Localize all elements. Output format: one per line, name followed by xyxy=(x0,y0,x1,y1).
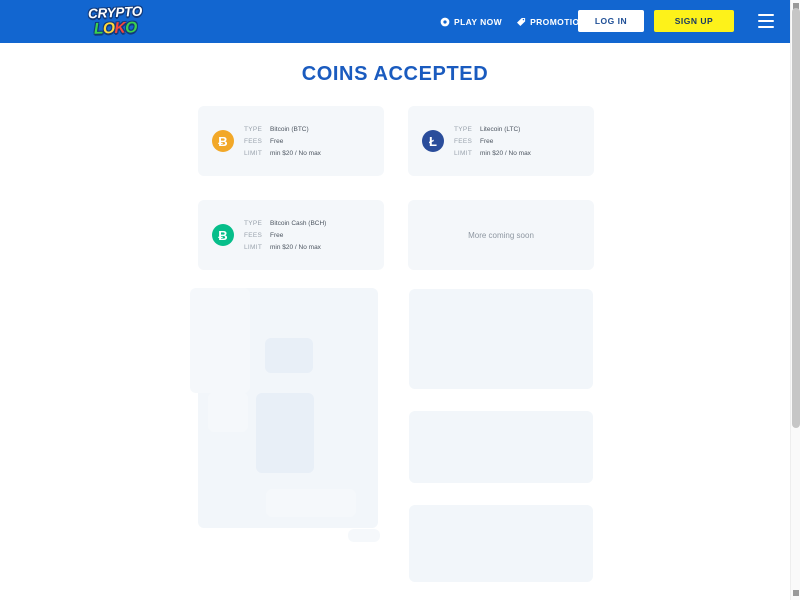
coin-value-limit: min $20 / No max xyxy=(270,243,321,251)
nav-item-play-now[interactable]: PLAY NOW xyxy=(440,17,502,27)
signup-button[interactable]: SIGN UP xyxy=(654,10,734,32)
coin-value-fees: Free xyxy=(480,137,494,145)
coin-value-limit: min $20 / No max xyxy=(270,149,321,157)
skeleton-block xyxy=(409,289,593,389)
nav-label-play-now: PLAY NOW xyxy=(454,16,503,27)
coin-details: TYPE Litecoin (LTC) FEES Free LIMIT min … xyxy=(454,126,531,157)
hamburger-icon[interactable] xyxy=(758,14,774,28)
coin-label-limit: LIMIT xyxy=(244,243,263,251)
header-nav: PLAY NOW PROMOTIONS xyxy=(440,0,592,43)
logo-text-loko: LOKO xyxy=(93,18,137,38)
site-logo[interactable]: CRYPTO LOKO xyxy=(86,2,144,40)
coin-value-type: Bitcoin Cash (BCH) xyxy=(270,219,327,227)
play-circle-icon xyxy=(440,17,450,26)
skeleton-block xyxy=(409,505,593,582)
coin-label-fees: FEES xyxy=(244,231,263,239)
skeleton-block xyxy=(409,411,593,483)
coin-card-bitcoin-cash: Ƀ TYPE Bitcoin Cash (BCH) FEES Free LIMI… xyxy=(198,200,384,270)
scroll-down-arrow-icon[interactable] xyxy=(793,590,799,596)
skeleton-block xyxy=(198,288,378,528)
loading-skeleton xyxy=(0,0,790,600)
page-title: COINS ACCEPTED xyxy=(301,63,489,85)
coin-card-bitcoin: Ƀ TYPE Bitcoin (BTC) FEES Free LIMIT min… xyxy=(198,106,384,176)
logo-letter-l: L xyxy=(93,19,103,38)
coin-label-fees: FEES xyxy=(454,137,473,145)
litecoin-icon: Ł xyxy=(422,130,444,152)
logo-letter-k: K xyxy=(113,19,126,37)
coin-value-fees: Free xyxy=(270,137,284,145)
browser-viewport: CRYPTO LOKO PLAY NOW PROMOTIONS LOG IN S… xyxy=(0,0,800,600)
hamburger-bar xyxy=(758,20,774,22)
coin-label-type: TYPE xyxy=(244,219,263,227)
hamburger-bar xyxy=(758,14,774,16)
coin-label-type: TYPE xyxy=(244,125,263,133)
skeleton-block xyxy=(348,529,380,542)
tag-icon xyxy=(517,17,526,26)
site-header: CRYPTO LOKO PLAY NOW PROMOTIONS LOG IN S… xyxy=(0,0,790,43)
scrollbar-thumb[interactable] xyxy=(792,8,800,428)
coin-label-limit: LIMIT xyxy=(244,149,263,157)
skeleton-block xyxy=(265,338,313,373)
coin-value-type: Litecoin (LTC) xyxy=(480,125,521,133)
coin-card-litecoin: Ł TYPE Litecoin (LTC) FEES Free LIMIT mi… xyxy=(408,106,594,176)
coin-row-type: TYPE Litecoin (LTC) xyxy=(454,126,531,133)
hamburger-bar xyxy=(758,26,774,28)
coin-label-limit: LIMIT xyxy=(454,149,473,157)
coin-details: TYPE Bitcoin (BTC) FEES Free LIMIT min $… xyxy=(244,126,321,157)
coin-value-limit: min $20 / No max xyxy=(480,149,531,157)
coin-row-fees: FEES Free xyxy=(244,138,321,145)
skeleton-block xyxy=(256,393,314,473)
coin-label-fees: FEES xyxy=(244,137,263,145)
logo-letter-o2: O xyxy=(124,18,137,37)
logo-letter-o1: O xyxy=(102,19,115,37)
coin-value-fees: Free xyxy=(270,231,284,239)
coin-row-fees: FEES Free xyxy=(244,232,326,239)
coins-grid: Ƀ TYPE Bitcoin (BTC) FEES Free LIMIT min… xyxy=(198,106,594,270)
bitcoin-icon: Ƀ xyxy=(212,130,234,152)
coin-details: TYPE Bitcoin Cash (BCH) FEES Free LIMIT … xyxy=(244,220,326,251)
coin-row-limit: LIMIT min $20 / No max xyxy=(454,150,531,157)
coin-row-limit: LIMIT min $20 / No max xyxy=(244,244,326,251)
login-button[interactable]: LOG IN xyxy=(578,10,644,32)
skeleton-block xyxy=(208,392,248,432)
coin-row-type: TYPE Bitcoin Cash (BCH) xyxy=(244,220,326,227)
header-actions: LOG IN SIGN UP xyxy=(578,10,734,32)
coming-soon-card: More coming soon xyxy=(408,200,594,270)
coin-label-type: TYPE xyxy=(454,125,473,133)
coin-row-limit: LIMIT min $20 / No max xyxy=(244,150,321,157)
bitcoin-cash-icon: Ƀ xyxy=(212,224,234,246)
skeleton-block xyxy=(190,288,250,393)
coin-row-fees: FEES Free xyxy=(454,138,531,145)
coin-value-type: Bitcoin (BTC) xyxy=(270,125,309,133)
page-scrollbar[interactable] xyxy=(790,0,800,600)
skeleton-block xyxy=(266,489,356,517)
coin-row-type: TYPE Bitcoin (BTC) xyxy=(244,126,321,133)
